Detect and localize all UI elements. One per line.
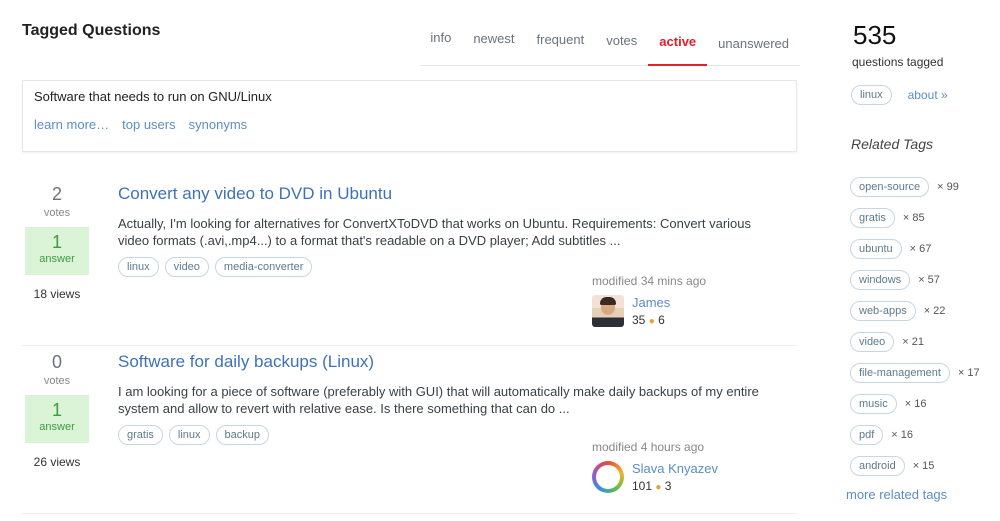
top-users-link[interactable]: top users (122, 117, 175, 132)
reputation-score: 35 (632, 313, 646, 327)
reputation-score: 101 (632, 479, 653, 493)
related-tag-item: windows × 57 (850, 264, 980, 295)
sidebar: 535 questions tagged linux about » Relat… (846, 0, 1000, 521)
tab-newest[interactable]: newest (462, 28, 525, 66)
related-tag-count: × 85 (902, 211, 925, 224)
bronze-badge-icon: ● (648, 316, 655, 327)
view-count: 26 views (33, 455, 81, 469)
related-tag[interactable]: android (850, 455, 905, 476)
question-stats: 2 votes 1 answer 18 views (22, 184, 92, 301)
answer-label: answer (39, 421, 75, 433)
tag-media-converter[interactable]: media-converter (214, 257, 313, 277)
related-tag[interactable]: video (850, 331, 895, 352)
user-avatar[interactable] (592, 295, 624, 327)
question-meta: modified 34 mins ago James 35 ● 6 (592, 274, 792, 327)
page-title: Tagged Questions (22, 22, 161, 39)
related-tag[interactable]: ubuntu (850, 238, 902, 259)
question-meta: modified 4 hours ago Slava Knyazev 101 ●… (592, 440, 792, 493)
related-tag-count: × 15 (912, 459, 935, 472)
related-tag[interactable]: web-apps (850, 300, 916, 321)
synonyms-link[interactable]: synonyms (189, 117, 248, 132)
tag-linux[interactable]: linux (168, 425, 210, 445)
tag-info-box: Software that needs to run on GNU/Linux … (22, 80, 797, 152)
related-tag-count: × 21 (902, 335, 925, 348)
related-tag-item: android × 15 (850, 450, 980, 481)
vote-count: 2 (51, 184, 62, 204)
about-link[interactable]: about » (908, 88, 948, 102)
tab-frequent[interactable]: frequent (526, 28, 596, 66)
related-tag-count: × 67 (909, 242, 932, 255)
answer-count: 1 (51, 232, 62, 252)
user-avatar[interactable] (592, 461, 624, 493)
user-reputation: 35 ● 6 (632, 313, 670, 327)
badge-count: 6 (658, 313, 665, 327)
tag-linux[interactable]: linux (118, 257, 159, 277)
related-tag-count: × 22 (923, 304, 946, 317)
related-tag-count: × 57 (918, 273, 940, 286)
current-tag[interactable]: linux (851, 85, 892, 105)
related-tag-item: music × 16 (850, 388, 980, 419)
modified-time: modified 4 hours ago (592, 440, 705, 454)
vote-count: 0 (51, 352, 62, 372)
user-reputation: 101 ● 3 (632, 479, 718, 493)
related-tag-item: web-apps × 22 (850, 295, 980, 326)
related-tag[interactable]: music (850, 393, 897, 414)
related-tag[interactable]: file-management (850, 362, 950, 383)
related-tags-list: open-source × 99 gratis × 85 ubuntu × 67 wi… (850, 171, 980, 481)
modified-time: modified 34 mins ago (592, 274, 707, 288)
main-content: Tagged Questions info newest frequent vo… (22, 0, 800, 521)
bronze-badge-icon: ● (655, 482, 662, 493)
user-name-link[interactable]: Slava Knyazev (632, 461, 718, 476)
user-card: Slava Knyazev 101 ● 3 (592, 461, 792, 493)
view-count: 18 views (33, 287, 81, 301)
question-title[interactable]: Convert any video to DVD in Ubuntu (118, 184, 798, 204)
more-related-tags-link[interactable]: more related tags (846, 487, 947, 502)
related-tag-count: × 16 (891, 428, 914, 441)
related-tag[interactable]: gratis (850, 207, 895, 228)
tab-unanswered[interactable]: unanswered (707, 28, 800, 66)
question-title[interactable]: Software for daily backups (Linux) (118, 352, 798, 372)
related-tag-item: gratis × 85 (850, 202, 980, 233)
related-tag-item: open-source × 99 (850, 171, 980, 202)
related-tags-heading: Related Tags (851, 136, 933, 152)
tag-description: Software that needs to run on GNU/Linux (34, 89, 272, 104)
question-summary: 0 votes 1 answer 26 views Software for d… (22, 352, 797, 514)
related-tag[interactable]: windows (850, 269, 911, 290)
tag-backup[interactable]: backup (215, 425, 270, 445)
answer-label: answer (39, 253, 75, 265)
tab-votes[interactable]: votes (595, 28, 648, 66)
tag-gratis[interactable]: gratis (118, 425, 163, 445)
related-tag-count: × 17 (957, 366, 980, 379)
learn-more-link[interactable]: learn more… (34, 117, 109, 132)
badge-count: 3 (664, 479, 672, 493)
question-stats: 0 votes 1 answer 26 views (22, 352, 92, 469)
sort-tabs: info newest frequent votes active unansw… (420, 28, 800, 66)
vote-label: votes (43, 207, 71, 219)
question-count: 535 (853, 20, 897, 50)
answer-count: 1 (51, 400, 62, 420)
question-excerpt: I am looking for a piece of software (pr… (118, 384, 759, 416)
question-excerpt: Actually, I'm looking for alternatives f… (118, 216, 752, 248)
answer-count-box: 1 answer (25, 227, 89, 275)
related-tag[interactable]: pdf (850, 424, 884, 445)
tab-active[interactable]: active (648, 28, 708, 66)
user-name-link[interactable]: James (632, 295, 670, 310)
related-tag-item: video × 21 (850, 326, 980, 357)
user-card: James 35 ● 6 (592, 295, 792, 327)
vote-label: votes (43, 375, 71, 387)
related-tag-item: file-management × 17 (850, 357, 980, 388)
question-count-label: questions tagged (852, 55, 944, 69)
related-tag-count: × 99 (937, 180, 959, 193)
tag-video[interactable]: video (164, 257, 209, 277)
related-tag[interactable]: open-source (850, 176, 930, 197)
related-tag-item: pdf × 16 (850, 419, 980, 450)
tab-info[interactable]: info (419, 28, 462, 66)
answer-count-box: 1 answer (25, 395, 89, 443)
question-summary: 2 votes 1 answer 18 views Convert any vi… (22, 184, 797, 346)
related-tag-item: ubuntu × 67 (850, 233, 980, 264)
related-tag-count: × 16 (904, 397, 927, 410)
